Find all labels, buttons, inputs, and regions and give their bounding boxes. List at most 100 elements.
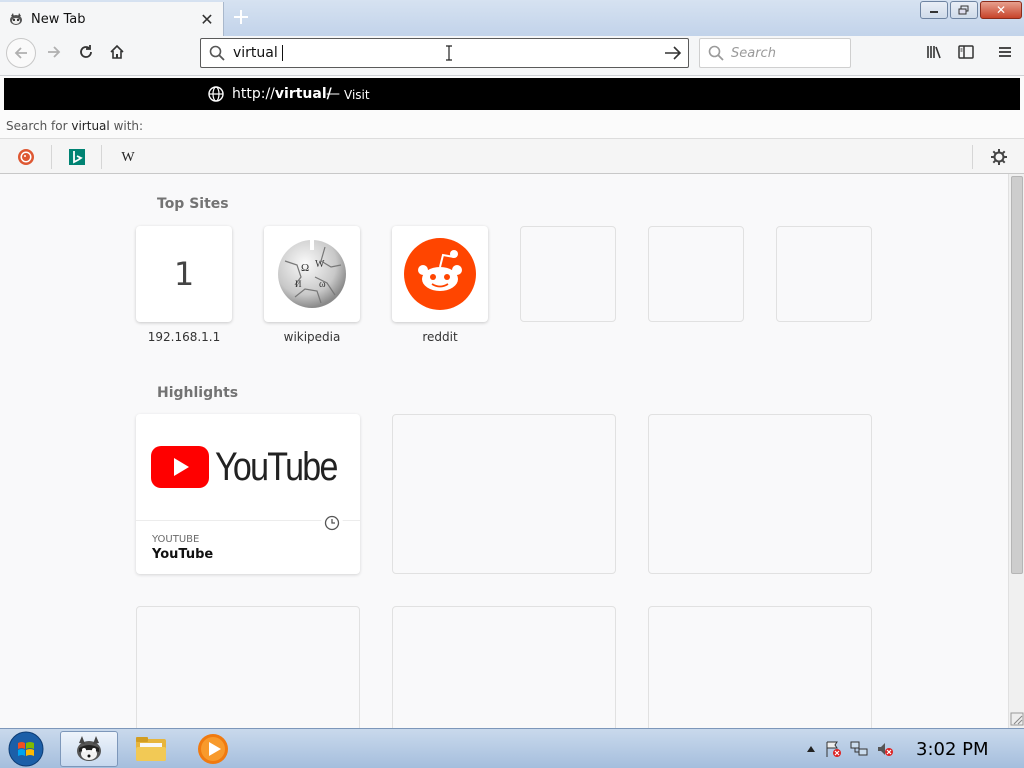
svg-text:Ω: Ω: [301, 262, 309, 274]
top-site-label: reddit: [422, 330, 458, 344]
top-site-label: 192.168.1.1: [147, 330, 221, 344]
empty-highlight-card: [648, 414, 872, 574]
engine-divider: [51, 145, 52, 169]
empty-top-site-tile: [648, 226, 744, 322]
bing-button[interactable]: [68, 148, 86, 166]
start-button[interactable]: [6, 731, 46, 767]
sidebar-button[interactable]: [952, 38, 980, 66]
back-button[interactable]: [6, 38, 36, 68]
suggestion-url: http://virtual/: [232, 86, 332, 102]
window-controls: ✕: [920, 1, 1022, 19]
suggestion-url-prefix: http://: [232, 86, 275, 102]
home-button[interactable]: [103, 38, 131, 66]
raccoon-icon: [10, 13, 22, 25]
url-input[interactable]: virtual: [233, 45, 283, 61]
forward-arrow-icon: [48, 46, 61, 58]
gear-icon: [991, 149, 1007, 165]
tab-new-tab[interactable]: New Tab ✕: [0, 2, 224, 36]
top-site-tile[interactable]: 1: [136, 226, 232, 322]
clock-icon: [324, 515, 340, 531]
scrollbar-thumb[interactable]: [1011, 176, 1023, 574]
wikipedia-button[interactable]: W: [119, 148, 137, 166]
library-button[interactable]: [921, 38, 949, 66]
bing-icon: [69, 149, 85, 165]
empty-top-site-tile: [776, 226, 872, 322]
menu-button[interactable]: [991, 38, 1019, 66]
action-center-flag-icon[interactable]: [824, 740, 842, 758]
volume-muted-icon[interactable]: [876, 740, 894, 758]
top-site-glyph: 1: [173, 255, 195, 293]
search-with-prefix: Search for: [6, 119, 68, 133]
youtube-logo-text: YouTube: [215, 444, 338, 489]
tab-close-icon[interactable]: ✕: [197, 9, 217, 29]
empty-highlight-card: [136, 606, 360, 728]
folder-icon: [136, 737, 166, 761]
library-icon: [927, 46, 941, 59]
top-site-label: wikipedia: [283, 330, 341, 344]
wikipedia-globe-icon: Ω W И ω: [278, 240, 346, 308]
search-icon: [209, 45, 225, 61]
wikipedia-icon: W: [121, 150, 135, 164]
plus-icon: [234, 10, 248, 24]
new-tab-button[interactable]: [230, 6, 252, 28]
search-box[interactable]: Search: [699, 38, 851, 68]
svg-text:ω: ω: [319, 279, 326, 290]
taskbar-clock[interactable]: 3:02 PM: [916, 739, 989, 760]
top-site-tile[interactable]: [392, 226, 488, 322]
windows-taskbar: 3:02 PM: [0, 728, 1024, 768]
vertical-scrollbar[interactable]: [1008, 174, 1024, 728]
highlights-title: Highlights: [157, 385, 239, 401]
suggestion-action: Visit: [344, 88, 370, 102]
sidebar-icon: [958, 45, 974, 59]
suggestion-separator: —: [326, 86, 340, 102]
top-site-tile[interactable]: Ω W И ω: [264, 226, 360, 322]
empty-top-site-tile: [520, 226, 616, 322]
windows-start-icon: [8, 731, 44, 767]
minimize-button[interactable]: [920, 1, 948, 19]
visit-suggestion-row[interactable]: http://virtual/ — Visit: [4, 78, 1020, 110]
search-with-label: Search for virtual with:: [6, 119, 143, 133]
system-tray: [806, 740, 894, 758]
highlight-card[interactable]: YouTube YOUTUBE YouTube: [136, 414, 360, 574]
restore-button[interactable]: [950, 1, 978, 19]
duckduckgo-button[interactable]: [17, 148, 35, 166]
empty-highlight-card: [648, 606, 872, 728]
engine-divider: [972, 145, 973, 169]
globe-icon: [208, 86, 224, 102]
home-icon: [110, 44, 124, 59]
back-arrow-icon: [14, 47, 27, 59]
raccoon-icon: [77, 736, 101, 761]
search-icon: [708, 45, 724, 61]
reddit-icon: [404, 238, 476, 310]
text-cursor-icon: [446, 45, 452, 61]
highlight-title: YouTube: [152, 547, 214, 562]
go-arrow-icon[interactable]: [664, 45, 682, 61]
url-bar[interactable]: virtual: [200, 38, 689, 68]
restore-icon: [958, 5, 969, 15]
hamburger-icon: [999, 47, 1011, 57]
youtube-logo-icon: [151, 446, 209, 488]
taskbar-media-player-button[interactable]: [184, 731, 242, 767]
window-close-button[interactable]: ✕: [980, 1, 1022, 19]
tab-title: New Tab: [31, 11, 86, 27]
taskbar-explorer-button[interactable]: [122, 731, 180, 767]
navigation-toolbar: virtual Search: [0, 36, 1024, 76]
duckduckgo-icon: [18, 149, 34, 165]
suggestion-url-bold: virtual/: [274, 86, 332, 102]
show-hidden-icons-icon[interactable]: [806, 744, 816, 754]
taskbar-firefox-button[interactable]: [60, 731, 118, 767]
search-settings-button[interactable]: [990, 148, 1008, 166]
resize-grip-icon: [1010, 712, 1024, 726]
title-bar: New Tab ✕ ✕: [0, 0, 1024, 36]
svg-text:W: W: [315, 259, 325, 270]
search-placeholder: Search: [731, 46, 776, 61]
url-suggestion-popup: http://virtual/ — Visit Search for virtu…: [0, 76, 1024, 174]
forward-button[interactable]: [40, 38, 68, 66]
history-clock-badge: [321, 512, 343, 534]
highlight-host: YOUTUBE: [152, 534, 200, 545]
text-caret: [281, 45, 283, 61]
reload-button[interactable]: [72, 38, 100, 66]
reload-icon: [80, 45, 92, 58]
empty-highlight-card: [392, 606, 616, 728]
network-icon[interactable]: [850, 740, 868, 758]
